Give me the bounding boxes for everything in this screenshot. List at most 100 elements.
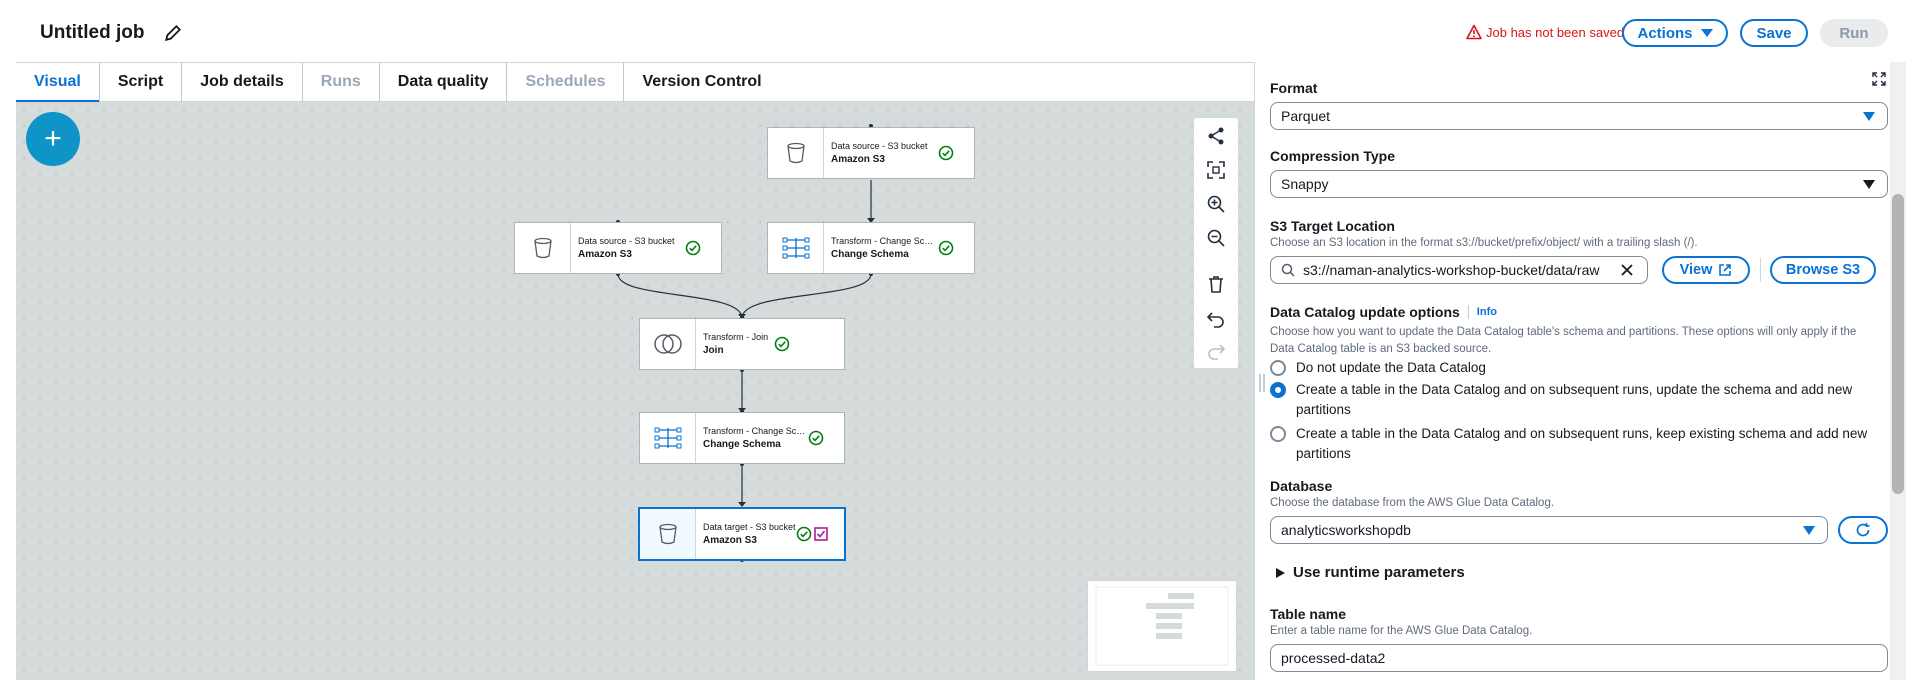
zoom-out-icon[interactable] <box>1206 228 1226 248</box>
icon-box <box>515 223 571 273</box>
runtime-params-toggle[interactable]: Use runtime parameters <box>1276 564 1465 581</box>
refresh-icon <box>1856 523 1870 537</box>
browse-s3-button[interactable]: Browse S3 <box>1770 256 1876 284</box>
join-icon <box>653 334 682 354</box>
warning-icon <box>1466 24 1482 40</box>
zoom-in-icon[interactable] <box>1206 194 1226 214</box>
save-button[interactable]: Save <box>1740 19 1808 47</box>
drag-handle-icon <box>1259 374 1265 392</box>
catalog-divider <box>1467 305 1469 319</box>
scrollbar-thumb[interactable] <box>1892 194 1904 494</box>
compression-label: Compression Type <box>1270 148 1395 164</box>
search-icon <box>1281 263 1295 277</box>
bucket-icon <box>533 237 552 259</box>
node-kind: Transform - Join <box>703 332 769 342</box>
edge <box>741 273 872 319</box>
radio-button[interactable] <box>1270 360 1286 376</box>
info-link[interactable]: Info <box>1477 306 1497 318</box>
icon-box <box>640 413 696 463</box>
caret-down-icon <box>1863 180 1875 189</box>
compression-select[interactable]: Snappy <box>1270 170 1888 198</box>
actions-button[interactable]: Actions <box>1622 19 1728 47</box>
edge <box>617 273 743 319</box>
node-name: Amazon S3 <box>831 154 885 165</box>
node-name: Amazon S3 <box>703 535 757 546</box>
catalog-option-update-schema[interactable]: Create a table in the Data Catalog and o… <box>1270 380 1870 420</box>
node-name: Change Schema <box>831 249 909 260</box>
radio-button[interactable] <box>1270 426 1286 442</box>
format-label: Format <box>1270 80 1318 96</box>
s3-target-label: S3 Target Location <box>1270 218 1395 234</box>
minimap[interactable] <box>1087 580 1237 672</box>
icon-box <box>640 509 696 559</box>
canvas-toolbar <box>1194 118 1238 368</box>
format-select[interactable]: Parquet <box>1270 102 1888 130</box>
view-label: View <box>1679 262 1713 278</box>
table-name-value: processed-data2 <box>1281 650 1386 666</box>
node-s3-source-2[interactable]: Data source - S3 bucket Amazon S3 <box>514 222 722 274</box>
expand-icon[interactable] <box>1872 72 1886 86</box>
actions-label: Actions <box>1637 24 1693 42</box>
minimap-preview <box>1095 586 1229 666</box>
refresh-button[interactable] <box>1838 516 1888 544</box>
node-kind: Transform - Change Sche... <box>703 426 808 436</box>
icon-box <box>768 223 824 273</box>
bucket-icon <box>786 142 805 164</box>
node-kind: Data source - S3 bucket <box>831 141 928 151</box>
fit-icon[interactable] <box>1206 160 1226 180</box>
success-check-icon <box>938 145 954 161</box>
s3-location-input[interactable]: s3://naman-analytics-workshop-bucket/dat… <box>1270 256 1648 284</box>
catalog-description: Choose how you want to update the Data C… <box>1270 326 1857 355</box>
radio-button-selected[interactable] <box>1270 382 1286 398</box>
s3-location-value: s3://naman-analytics-workshop-bucket/dat… <box>1303 262 1600 278</box>
run-button[interactable]: Run <box>1820 19 1888 47</box>
table-name-label: Table name <box>1270 606 1346 622</box>
node-join[interactable]: Transform - Join Join <box>639 318 845 370</box>
node-change-schema-1[interactable]: Transform - Change Sche... Change Schema <box>767 222 975 274</box>
caret-down-icon <box>1700 29 1713 37</box>
caret-down-icon <box>1803 526 1815 535</box>
option-label: Do not update the Data Catalog <box>1296 360 1486 375</box>
node-name: Join <box>703 345 724 356</box>
runtime-params-label: Use runtime parameters <box>1293 564 1465 581</box>
compression-value: Snappy <box>1281 176 1329 192</box>
catalog-label: Data Catalog update options Info <box>1270 304 1497 320</box>
catalog-option-keep-schema[interactable]: Create a table in the Data Catalog and o… <box>1270 424 1870 464</box>
share-icon[interactable] <box>1206 126 1226 146</box>
format-value: Parquet <box>1281 108 1331 124</box>
bucket-icon <box>658 523 677 545</box>
success-check-icon <box>796 526 812 542</box>
database-select[interactable]: analyticsworkshopdb <box>1270 516 1828 544</box>
node-kind: Data source - S3 bucket <box>578 236 675 246</box>
table-name-description: Enter a table name for the AWS Glue Data… <box>1270 625 1533 637</box>
panel-resize-handle[interactable] <box>1254 62 1268 680</box>
edges <box>616 124 875 562</box>
node-s3-target[interactable]: Data target - S3 bucket Amazon S3 <box>638 507 846 561</box>
divider <box>1760 258 1761 282</box>
warning-text: Job has not been saved <box>1486 24 1625 40</box>
icon-box <box>768 128 824 178</box>
catalog-option-no-update[interactable]: Do not update the Data Catalog <box>1270 358 1870 378</box>
node-name: Change Schema <box>703 439 781 450</box>
success-check-icon <box>808 430 824 446</box>
undo-icon[interactable] <box>1206 308 1226 328</box>
success-check-icon <box>938 240 954 256</box>
success-check-icon <box>774 336 790 352</box>
success-check-icon <box>685 240 701 256</box>
caret-right-icon <box>1276 567 1285 578</box>
node-s3-source-1[interactable]: Data source - S3 bucket Amazon S3 <box>767 127 975 179</box>
node-kind: Data target - S3 bucket <box>703 522 796 532</box>
node-kind: Transform - Change Sche... <box>831 236 938 246</box>
option-label: Create a table in the Data Catalog and o… <box>1296 382 1853 417</box>
schema-icon <box>782 237 809 259</box>
node-change-schema-2[interactable]: Transform - Change Sche... Change Schema <box>639 412 845 464</box>
external-link-icon <box>1719 264 1732 276</box>
node-properties-panel: Format Parquet Compression Type Snappy S… <box>1268 62 1890 680</box>
clear-icon[interactable] <box>1621 264 1633 276</box>
schema-icon <box>654 427 681 449</box>
redo-icon[interactable] <box>1206 340 1226 360</box>
table-name-input[interactable]: processed-data2 <box>1270 644 1888 672</box>
icon-box <box>640 319 696 369</box>
delete-icon[interactable] <box>1206 274 1226 294</box>
view-button[interactable]: View <box>1662 256 1750 284</box>
